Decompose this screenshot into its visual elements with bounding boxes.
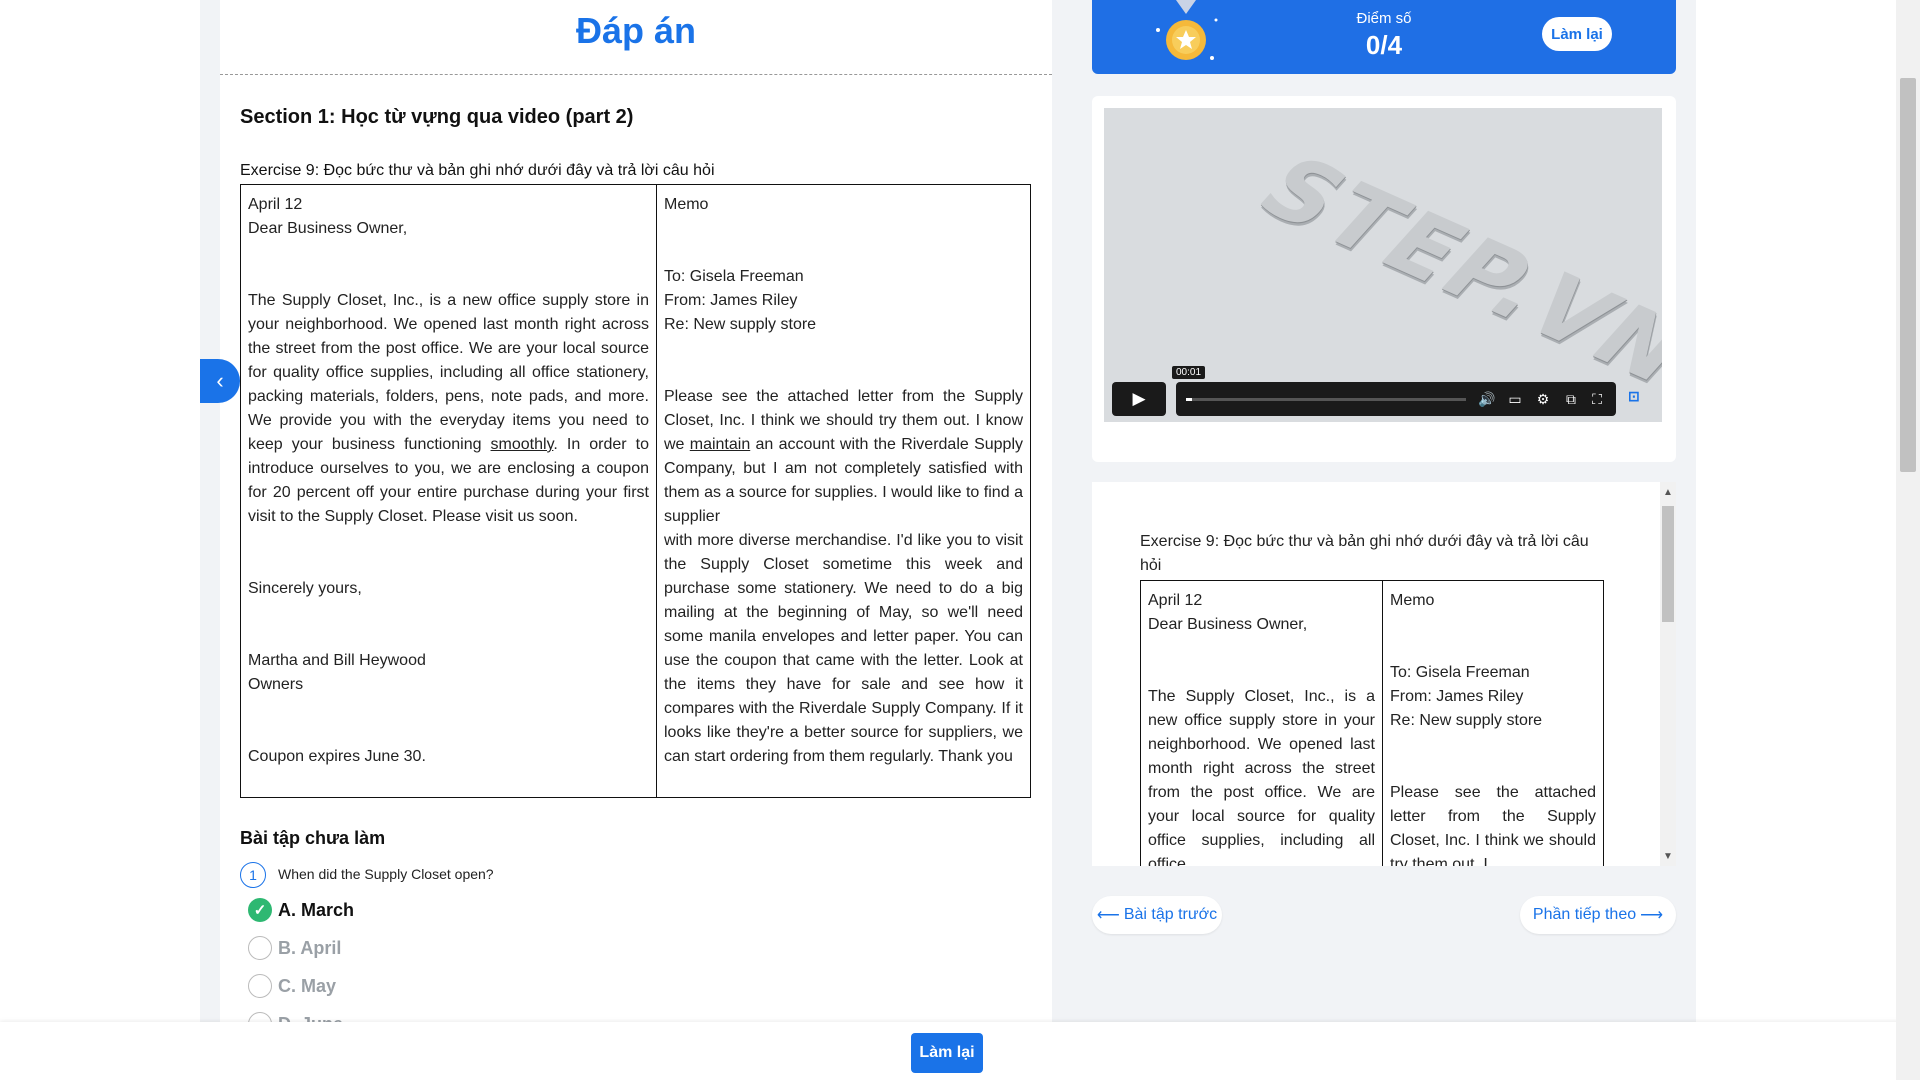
- scroll-up-icon[interactable]: ▲: [1660, 484, 1676, 500]
- miniplayer-icon[interactable]: ⧉: [1560, 388, 1582, 410]
- memo-to: To: Gisela Freeman: [664, 268, 804, 285]
- section-title: Section 1: Học từ vựng qua video (part 2…: [240, 106, 634, 128]
- reader-letter-greeting: Dear Business Owner,: [1148, 616, 1308, 633]
- reader-exercise-title: Exercise 9: Đọc bức thư và bản ghi nhớ d…: [1140, 533, 1589, 574]
- coupon-note: Coupon expires June 30.: [248, 748, 426, 765]
- check-icon: ✓: [248, 898, 272, 922]
- vocab-maintain[interactable]: maintain: [690, 436, 750, 453]
- letter-date: April 12: [248, 196, 303, 213]
- reader-scroll-thumb[interactable]: [1662, 506, 1674, 622]
- next-section-label: Phần tiếp theo: [1532, 906, 1637, 923]
- memo-re: Re: New supply store: [664, 316, 817, 333]
- right-sidebar: Điểm số 0/4 Làm lại STEP.VN 00:01 ▶ 🔊 ▭ …: [1052, 0, 1696, 1080]
- letter-cell: April 12 Dear Business Owner, The Supply…: [241, 185, 657, 797]
- reader-memo-re: Re: New supply store: [1390, 712, 1543, 729]
- reader-memo-to: To: Gisela Freeman: [1390, 664, 1530, 681]
- channel-logo-icon[interactable]: ⊡: [1628, 388, 1652, 412]
- play-icon: ▶: [1132, 389, 1146, 408]
- video-card: STEP.VN 00:01 ▶ 🔊 ▭ ⚙ ⧉ ⛶ ⊡: [1092, 96, 1676, 462]
- letter-body: The Supply Closet, Inc., is a new office…: [248, 292, 650, 525]
- vocab-smoothly[interactable]: smoothly: [491, 436, 554, 453]
- reader-memo-cell: Memo To: Gisela Freeman From: James Rile…: [1383, 581, 1603, 866]
- option-b-label: B. April: [278, 937, 342, 958]
- video-controls: 🔊 ▭ ⚙ ⧉ ⛶: [1176, 382, 1616, 416]
- page-title: Đáp án: [575, 10, 697, 51]
- letter-memo-table: April 12 Dear Business Owner, The Supply…: [240, 184, 1031, 798]
- memo-body-continued: with more diverse merchandise. I'd like …: [664, 532, 1023, 765]
- option-a-label: A. March: [278, 899, 355, 920]
- question-number: 1: [240, 862, 266, 888]
- unanswered-heading: Bài tập chưa làm: [240, 828, 386, 848]
- previous-exercise-button[interactable]: ⟵ Bài tập trước: [1092, 896, 1222, 934]
- page-scrollbar[interactable]: [1896, 0, 1920, 1080]
- arrow-right-icon: ⟶: [1640, 907, 1664, 924]
- radio-icon: [248, 936, 272, 960]
- redo-button[interactable]: Làm lại: [1542, 17, 1612, 51]
- option-c-label: C. May: [278, 975, 337, 996]
- title-divider: [220, 74, 1052, 75]
- settings-icon[interactable]: ⚙: [1532, 388, 1554, 410]
- time-tooltip: 00:01: [1172, 366, 1206, 379]
- reader-letter-cell: April 12 Dear Business Owner, The Supply…: [1141, 581, 1383, 866]
- footer-redo-button[interactable]: Làm lại: [911, 1033, 983, 1073]
- letter-closing: Sincerely yours,: [248, 580, 362, 597]
- scroll-down-icon[interactable]: ▼: [1660, 848, 1676, 864]
- reader-panel[interactable]: Exercise 9: Đọc bức thư và bản ghi nhớ d…: [1092, 482, 1660, 866]
- reader-memo-heading: Memo: [1390, 592, 1435, 609]
- memo-cell: Memo To: Gisela Freeman From: James Rile…: [657, 185, 1030, 797]
- progress-fill: [1186, 398, 1192, 401]
- fullscreen-icon[interactable]: ⛶: [1586, 388, 1608, 410]
- reader-letter-body: The Supply Closet, Inc., is a new office…: [1148, 688, 1375, 866]
- option-b[interactable]: B. April: [248, 936, 341, 960]
- video-watermark: STEP.VN: [1236, 139, 1662, 402]
- volume-icon[interactable]: 🔊: [1476, 388, 1498, 410]
- previous-exercise-label: Bài tập trước: [1123, 906, 1218, 923]
- question-text: When did the Supply Closet open?: [278, 866, 494, 882]
- progress-bar[interactable]: [1186, 398, 1466, 401]
- arrow-left-icon: ⟵: [1096, 907, 1120, 924]
- letter-greeting: Dear Business Owner,: [248, 220, 408, 237]
- reader-memo-from: From: James Riley: [1390, 688, 1524, 705]
- main-content: Đáp án Section 1: Học từ vựng qua video …: [220, 0, 1052, 1080]
- reader-scrollbar[interactable]: ▲ ▼: [1660, 482, 1676, 866]
- play-button[interactable]: ▶: [1112, 382, 1166, 416]
- reader-table: April 12 Dear Business Owner, The Supply…: [1140, 580, 1604, 866]
- bottom-bar: Làm lại: [0, 1022, 1920, 1080]
- exercise-title: Exercise 9: Đọc bức thư và bản ghi nhớ d…: [240, 162, 715, 179]
- memo-heading: Memo: [664, 196, 709, 213]
- video-player[interactable]: STEP.VN 00:01 ▶ 🔊 ▭ ⚙ ⧉ ⛶ ⊡: [1104, 108, 1662, 422]
- next-section-button[interactable]: Phần tiếp theo ⟶: [1520, 896, 1676, 934]
- radio-icon: [248, 974, 272, 998]
- option-c[interactable]: C. May: [248, 974, 336, 998]
- memo-body: Please see the attached letter from the …: [664, 388, 1023, 525]
- page-scroll-thumb[interactable]: [1900, 78, 1916, 472]
- memo-from: From: James Riley: [664, 292, 798, 309]
- letter-signature: Martha and Bill Heywood: [248, 652, 426, 669]
- reader-memo-body: Please see the attached letter from the …: [1390, 784, 1596, 866]
- letter-signature-role: Owners: [248, 676, 304, 693]
- option-a[interactable]: ✓ A. March: [248, 898, 354, 922]
- score-card: Điểm số 0/4 Làm lại: [1092, 0, 1676, 74]
- chevron-left-icon: ‹: [216, 368, 224, 393]
- captions-icon[interactable]: ▭: [1504, 388, 1526, 410]
- reader-letter-date: April 12: [1148, 592, 1203, 609]
